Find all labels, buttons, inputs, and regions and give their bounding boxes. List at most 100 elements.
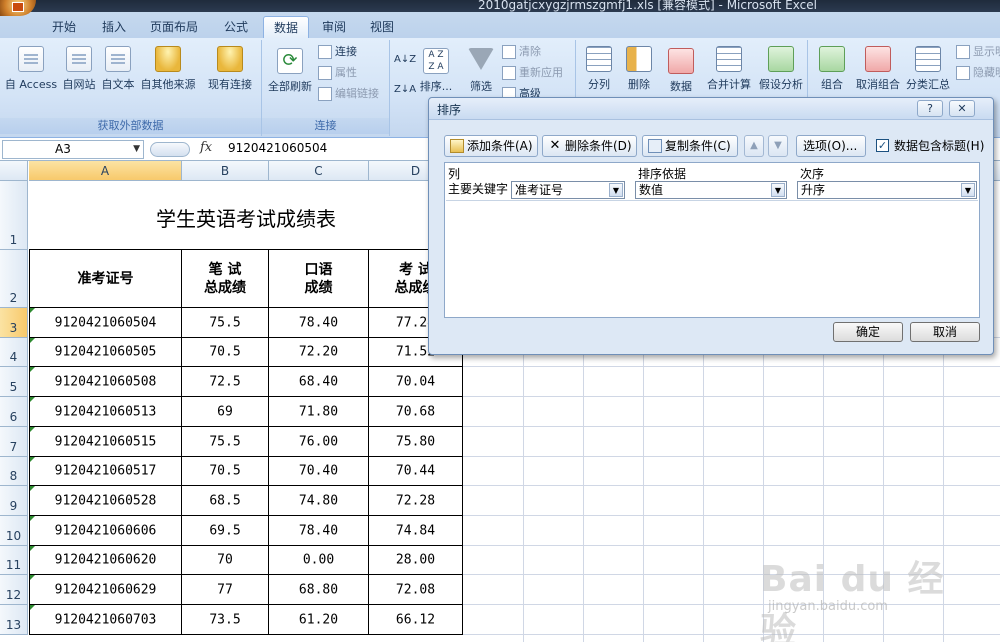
formula-bar-expand-handle[interactable] [150,142,190,157]
from-access-button[interactable]: 自 Access [4,46,58,92]
from-other-sources-button[interactable]: 自其他来源 [138,46,198,92]
cell-total-score[interactable]: 70.04 [369,367,463,397]
cell-written-score[interactable]: 68.5 [182,486,269,516]
cell-id[interactable]: 9120421060620 [29,546,182,575]
show-detail-button[interactable]: 显示明 [956,42,1000,62]
sort-z-to-a-button[interactable]: Z↓A [394,84,416,95]
cell-id[interactable]: 9120421060629 [29,575,182,605]
edit-links-button[interactable]: 编辑链接 [318,84,379,104]
cell-id[interactable]: 9120421060504 [29,308,182,338]
subtotal-button[interactable]: 分类汇总 [904,46,952,92]
cell-written-score[interactable]: 69 [182,397,269,427]
row-header-1[interactable]: 1 [0,181,28,250]
cell-oral-score[interactable]: 68.80 [269,575,369,605]
chevron-down-icon[interactable]: ▼ [771,183,785,197]
row-header-2[interactable]: 2 [0,250,28,308]
column-header-a[interactable]: A [29,161,182,181]
cell-id[interactable]: 9120421060508 [29,367,182,397]
cell-id[interactable]: 9120421060515 [29,427,182,457]
name-box-dropdown-icon[interactable]: ▼ [133,141,140,158]
tab-data[interactable]: 数据 [263,16,309,38]
cell-total-score[interactable]: 75.80 [369,427,463,457]
clear-filter-button[interactable]: 清除 [502,42,541,62]
header-cell-oral[interactable]: 口语 成绩 [269,250,369,308]
cell-written-score[interactable]: 75.5 [182,427,269,457]
cell-oral-score[interactable]: 0.00 [269,546,369,575]
connections-button[interactable]: 连接 [318,42,357,62]
copy-level-button[interactable]: 复制条件(C) [642,135,738,157]
tab-home[interactable]: 开始 [44,16,84,38]
tab-formulas[interactable]: 公式 [216,16,256,38]
ungroup-button[interactable]: 取消组合 [854,46,902,92]
row-header[interactable]: 5 [0,367,28,397]
cell-oral-score[interactable]: 78.40 [269,308,369,338]
cell-id[interactable]: 9120421060505 [29,338,182,367]
sort-a-to-z-button[interactable]: A↓Z [394,54,416,65]
move-down-button[interactable]: ▼ [768,135,788,157]
cell-total-score[interactable]: 72.08 [369,575,463,605]
header-cell-id[interactable]: 准考证号 [29,250,182,308]
name-box[interactable]: A3 ▼ [2,140,144,159]
cell-written-score[interactable]: 75.5 [182,308,269,338]
chevron-down-icon[interactable]: ▼ [609,183,623,197]
cell-total-score[interactable]: 70.68 [369,397,463,427]
cell-written-score[interactable]: 72.5 [182,367,269,397]
column-header-c[interactable]: C [269,161,369,181]
cell-total-score[interactable]: 72.28 [369,486,463,516]
header-cell-written[interactable]: 笔 试总成绩 [182,250,269,308]
from-text-button[interactable]: 自文本 [100,46,136,92]
cell-total-score[interactable]: 70.44 [369,457,463,486]
hide-detail-button[interactable]: 隐藏明 [956,63,1000,83]
cell-oral-score[interactable]: 71.80 [269,397,369,427]
tab-review[interactable]: 审阅 [314,16,354,38]
sort-dialog-title-bar[interactable]: 排序 ? ✕ [429,98,993,120]
from-web-button[interactable]: 自网站 [60,46,98,92]
row-header[interactable]: 11 [0,546,28,575]
existing-connections-button[interactable]: 现有连接 [204,46,256,92]
sort-on-select[interactable]: 数值 ▼ [635,181,787,199]
chevron-down-icon[interactable]: ▼ [961,183,975,197]
row-header[interactable]: 6 [0,397,28,427]
refresh-all-button[interactable]: ⟳ 全部刷新 [266,48,314,94]
sort-column-select[interactable]: 准考证号 ▼ [511,181,625,199]
cell-oral-score[interactable]: 74.80 [269,486,369,516]
cell-total-score[interactable]: 74.84 [369,516,463,546]
cell-total-score[interactable]: 66.12 [369,605,463,635]
sort-button[interactable]: A Z Z A 排序... [418,48,454,94]
data-validation-button[interactable]: 数据 [664,48,698,94]
row-header[interactable]: 7 [0,427,28,457]
cancel-button[interactable]: 取消 [910,322,980,342]
cell-oral-score[interactable]: 61.20 [269,605,369,635]
cell-oral-score[interactable]: 72.20 [269,338,369,367]
cell-id[interactable]: 9120421060517 [29,457,182,486]
cell-written-score[interactable]: 77 [182,575,269,605]
cell-id[interactable]: 9120421060528 [29,486,182,516]
column-header-b[interactable]: B [182,161,269,181]
cell-written-score[interactable]: 70 [182,546,269,575]
insert-function-button[interactable]: fx [200,140,212,155]
options-button[interactable]: 选项(O)... [796,135,866,157]
select-all-corner[interactable] [0,161,28,181]
cell-id[interactable]: 9120421060703 [29,605,182,635]
cell-id[interactable]: 9120421060513 [29,397,182,427]
row-header[interactable]: 9 [0,486,28,516]
cell-oral-score[interactable]: 68.40 [269,367,369,397]
consolidate-button[interactable]: 合并计算 [704,46,754,92]
properties-button[interactable]: 属性 [318,63,357,83]
remove-duplicates-button[interactable]: 删除 [622,46,656,92]
row-header[interactable]: 13 [0,605,28,635]
cell-written-score[interactable]: 73.5 [182,605,269,635]
tab-insert[interactable]: 插入 [94,16,134,38]
ok-button[interactable]: 确定 [833,322,903,342]
cell-total-score[interactable]: 28.00 [369,546,463,575]
cell-written-score[interactable]: 69.5 [182,516,269,546]
tab-page-layout[interactable]: 页面布局 [142,16,206,38]
cell-oral-score[interactable]: 70.40 [269,457,369,486]
order-select[interactable]: 升序 ▼ [797,181,977,199]
row-header[interactable]: 3 [0,308,28,338]
cell-oral-score[interactable]: 78.40 [269,516,369,546]
cell-oral-score[interactable]: 76.00 [269,427,369,457]
has-headers-checkbox[interactable]: ✓ [876,139,889,152]
row-header[interactable]: 12 [0,575,28,605]
delete-level-button[interactable]: ✕ 删除条件(D) [542,135,637,157]
